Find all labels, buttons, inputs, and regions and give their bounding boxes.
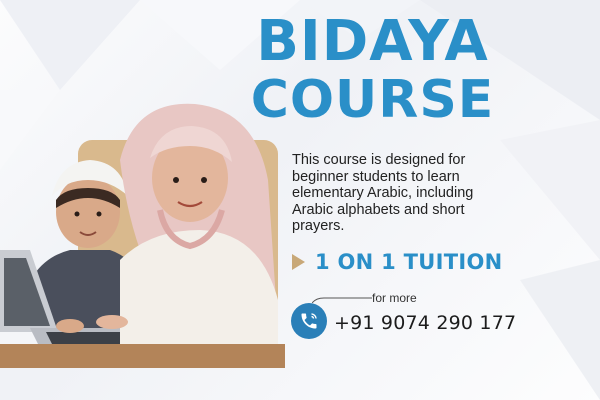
contact-connector-line <box>312 297 372 303</box>
phone-icon <box>301 313 317 329</box>
play-triangle-icon <box>292 254 305 270</box>
tuition-label: 1 ON 1 TUITION <box>315 250 503 274</box>
phone-number[interactable]: +91 9074 290 177 <box>334 312 516 334</box>
phone-call-button[interactable] <box>291 303 327 339</box>
course-title-line-1: BIDAYA <box>256 9 489 74</box>
contact-prompt: for more <box>372 291 417 305</box>
course-description: This course is designed for beginner stu… <box>292 152 474 234</box>
students-photo <box>0 100 285 368</box>
tuition-tag: 1 ON 1 TUITION <box>292 250 503 274</box>
